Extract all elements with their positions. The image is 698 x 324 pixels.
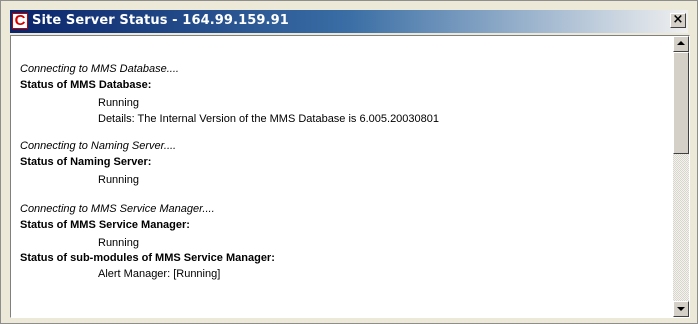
arrow-down-icon — [677, 307, 685, 311]
log-line-mms-database-running: Running — [98, 97, 139, 109]
log-line-mms-database-details: Details: The Internal Version of the MMS… — [98, 113, 440, 125]
close-button[interactable]: × — [670, 13, 686, 28]
log-line-alert-manager: Alert Manager: [Running] — [98, 268, 221, 280]
arrow-up-icon — [677, 41, 685, 45]
log-line-connecting-mms-database: Connecting to MMS Database.... — [20, 63, 179, 75]
log-line-status-mms-service-manager: Status of MMS Service Manager: — [20, 219, 190, 231]
log-line-mms-service-manager-running: Running — [98, 237, 139, 249]
app-icon: C — [12, 13, 28, 29]
vertical-scrollbar[interactable] — [673, 36, 689, 317]
scroll-down-button[interactable] — [673, 301, 689, 317]
log-line-connecting-mms-service-manager: Connecting to MMS Service Manager.... — [20, 203, 215, 215]
status-log-panel: Connecting to MMS Database.... Status of… — [10, 35, 690, 318]
title-bar[interactable]: C Site Server Status - 164.99.159.91 × — [10, 10, 688, 33]
site-server-status-window: C Site Server Status - 164.99.159.91 × C… — [0, 0, 698, 324]
log-line-naming-server-running: Running — [98, 174, 139, 186]
log-line-status-mms-database: Status of MMS Database: — [20, 79, 152, 91]
status-log-content: Connecting to MMS Database.... Status of… — [11, 36, 675, 317]
log-line-status-sub-modules: Status of sub-modules of MMS Service Man… — [20, 252, 275, 264]
window-title: Site Server Status - 164.99.159.91 — [32, 13, 289, 28]
log-line-connecting-naming-server: Connecting to Naming Server.... — [20, 140, 177, 152]
scroll-up-button[interactable] — [673, 36, 689, 52]
log-line-status-naming-server: Status of Naming Server: — [20, 156, 152, 168]
scrollbar-thumb[interactable] — [673, 52, 689, 154]
